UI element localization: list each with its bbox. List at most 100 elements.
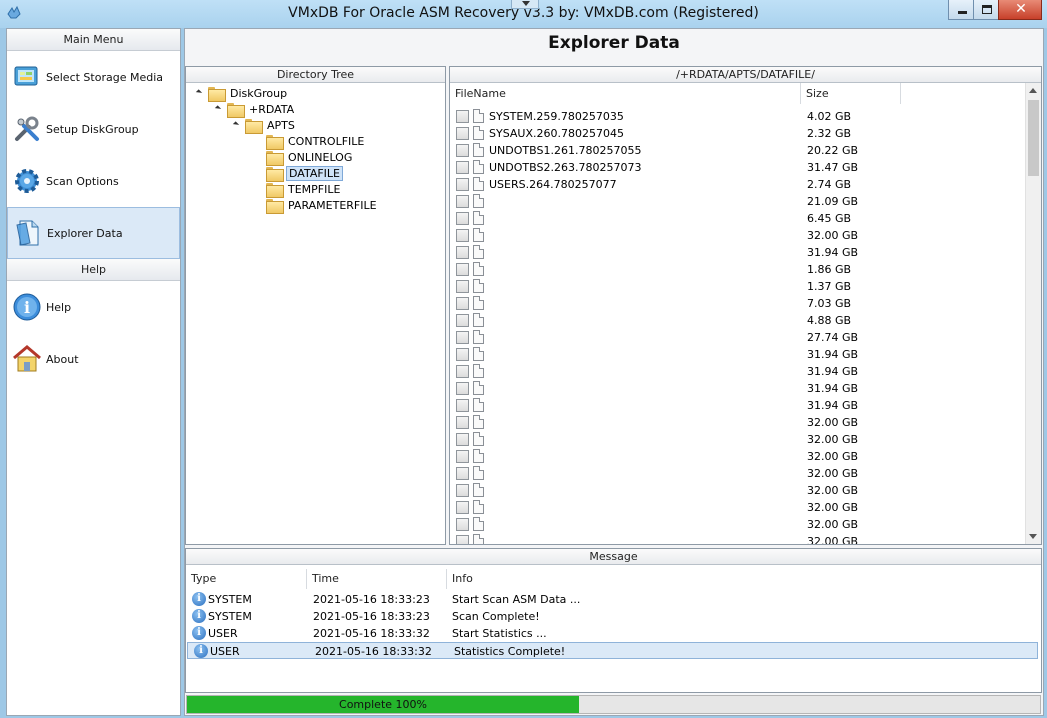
row-checkbox[interactable] (456, 297, 469, 310)
title-dropdown-button[interactable] (511, 0, 539, 9)
tree-node-rdata[interactable]: +RDATA (215, 101, 296, 118)
table-row[interactable]: 21.09 GB (450, 193, 1026, 210)
file-list[interactable]: FileName Size SYSTEM.259.780257035 4.02 G… (450, 83, 1026, 544)
row-checkbox[interactable] (456, 178, 469, 191)
tree-node-onlinelog[interactable]: ONLINELOG (266, 149, 354, 166)
table-row[interactable]: 1.86 GB (450, 261, 1026, 278)
table-row[interactable]: 32.00 GB (450, 448, 1026, 465)
table-row[interactable]: 31.94 GB (450, 380, 1026, 397)
table-row[interactable]: 32.00 GB (450, 482, 1026, 499)
table-row[interactable]: 32.00 GB (450, 533, 1026, 544)
row-checkbox[interactable] (456, 518, 469, 531)
table-row[interactable]: 32.00 GB (450, 499, 1026, 516)
file-icon (473, 449, 484, 463)
row-checkbox[interactable] (456, 314, 469, 327)
menu-item-help[interactable]: i Help (7, 281, 180, 333)
row-checkbox[interactable] (456, 331, 469, 344)
column-header-filename[interactable]: FileName (450, 83, 801, 104)
file-rows: SYSTEM.259.780257035 4.02 GB SYSAUX.260.78… (450, 108, 1026, 544)
scroll-down-icon[interactable] (1026, 529, 1041, 544)
table-row[interactable]: 31.94 GB (450, 244, 1026, 261)
table-row[interactable]: SYSAUX.260.780257045 2.32 GB (450, 125, 1026, 142)
row-checkbox[interactable] (456, 144, 469, 157)
row-checkbox[interactable] (456, 246, 469, 259)
tree-node-apts[interactable]: APTS (233, 117, 297, 134)
table-row[interactable]: UNDOTBS2.263.780257073 31.47 GB (450, 159, 1026, 176)
menu-item-explorer-data[interactable]: Explorer Data (7, 207, 180, 259)
menu-item-setup-diskgroup[interactable]: Setup DiskGroup (7, 103, 180, 155)
maximize-button[interactable] (973, 0, 999, 20)
row-checkbox[interactable] (456, 382, 469, 395)
message-row[interactable]: i USER 2021-05-16 18:33:32 Statistics Compl… (187, 642, 1038, 659)
table-row[interactable]: 32.00 GB (450, 516, 1026, 533)
minimize-button[interactable] (948, 0, 974, 20)
table-row[interactable]: USERS.264.780257077 2.74 GB (450, 176, 1026, 193)
row-checkbox[interactable] (456, 467, 469, 480)
row-checkbox[interactable] (456, 280, 469, 293)
row-checkbox[interactable] (456, 416, 469, 429)
title-bar[interactable]: VMxDB For Oracle ASM Recovery v3.3 by: V… (0, 0, 1047, 28)
row-checkbox[interactable] (456, 399, 469, 412)
row-checkbox[interactable] (456, 450, 469, 463)
row-checkbox[interactable] (456, 127, 469, 140)
table-row[interactable]: 4.88 GB (450, 312, 1026, 329)
close-button[interactable]: ✕ (998, 0, 1042, 20)
row-checkbox[interactable] (456, 501, 469, 514)
table-row[interactable]: 6.45 GB (450, 210, 1026, 227)
row-checkbox[interactable] (456, 229, 469, 242)
table-row[interactable]: 32.00 GB (450, 431, 1026, 448)
menu-item-about[interactable]: About (7, 333, 180, 385)
column-header-time[interactable]: Time (307, 569, 447, 589)
column-header-type[interactable]: Type (186, 569, 307, 589)
tools-icon (15, 116, 39, 141)
row-checkbox[interactable] (456, 535, 469, 544)
menu-label: Scan Options (46, 174, 119, 188)
tree-node-diskgroup[interactable]: DiskGroup (196, 85, 289, 102)
table-row[interactable]: 31.94 GB (450, 397, 1026, 414)
message-time: 2021-05-16 18:33:23 (313, 610, 430, 623)
menu-label: Explorer Data (47, 226, 123, 240)
row-checkbox[interactable] (456, 484, 469, 497)
tree-node-controlfile[interactable]: CONTROLFILE (266, 133, 366, 150)
table-row[interactable]: 7.03 GB (450, 295, 1026, 312)
table-row[interactable]: SYSTEM.259.780257035 4.02 GB (450, 108, 1026, 125)
message-time: 2021-05-16 18:33:32 (315, 645, 432, 658)
message-row[interactable]: i SYSTEM 2021-05-16 18:33:23 Scan Complete! (186, 608, 1041, 625)
menu-label: Help (46, 300, 72, 314)
scroll-up-icon[interactable] (1026, 83, 1041, 98)
expand-arrow-icon[interactable] (233, 121, 241, 129)
file-size: 31.47 GB (807, 161, 859, 174)
table-row[interactable]: UNDOTBS1.261.780257055 20.22 GB (450, 142, 1026, 159)
row-checkbox[interactable] (456, 263, 469, 276)
expand-arrow-icon[interactable] (196, 89, 204, 97)
menu-item-select-storage-media[interactable]: Select Storage Media (7, 51, 180, 103)
row-checkbox[interactable] (456, 212, 469, 225)
table-row[interactable]: 31.94 GB (450, 346, 1026, 363)
tree-node-tempfile[interactable]: TEMPFILE (266, 181, 342, 198)
tree-node-datafile[interactable]: DATAFILE (266, 165, 343, 182)
table-row[interactable]: 32.00 GB (450, 227, 1026, 244)
row-checkbox[interactable] (456, 348, 469, 361)
expand-arrow-icon[interactable] (215, 105, 223, 113)
scroll-thumb[interactable] (1028, 100, 1039, 176)
table-row[interactable]: 27.74 GB (450, 329, 1026, 346)
tree-node-parameterfile[interactable]: PARAMETERFILE (266, 197, 379, 214)
column-header-info[interactable]: Info (447, 569, 1041, 589)
row-checkbox[interactable] (456, 195, 469, 208)
row-checkbox[interactable] (456, 365, 469, 378)
table-row[interactable]: 31.94 GB (450, 363, 1026, 380)
table-row[interactable]: 1.37 GB (450, 278, 1026, 295)
row-checkbox[interactable] (456, 161, 469, 174)
row-checkbox[interactable] (456, 433, 469, 446)
message-row[interactable]: i USER 2021-05-16 18:33:32 Start Statistics… (186, 625, 1041, 642)
row-checkbox[interactable] (456, 110, 469, 123)
file-icon (473, 398, 484, 412)
message-row[interactable]: i SYSTEM 2021-05-16 18:33:23 Start Scan ASM… (186, 591, 1041, 608)
menu-item-scan-options[interactable]: Scan Options (7, 155, 180, 207)
file-icon (473, 194, 484, 208)
table-row[interactable]: 32.00 GB (450, 414, 1026, 431)
table-row[interactable]: 32.00 GB (450, 465, 1026, 482)
file-icon (473, 262, 484, 276)
column-header-size[interactable]: Size (801, 83, 901, 104)
file-list-scrollbar[interactable] (1025, 83, 1041, 544)
